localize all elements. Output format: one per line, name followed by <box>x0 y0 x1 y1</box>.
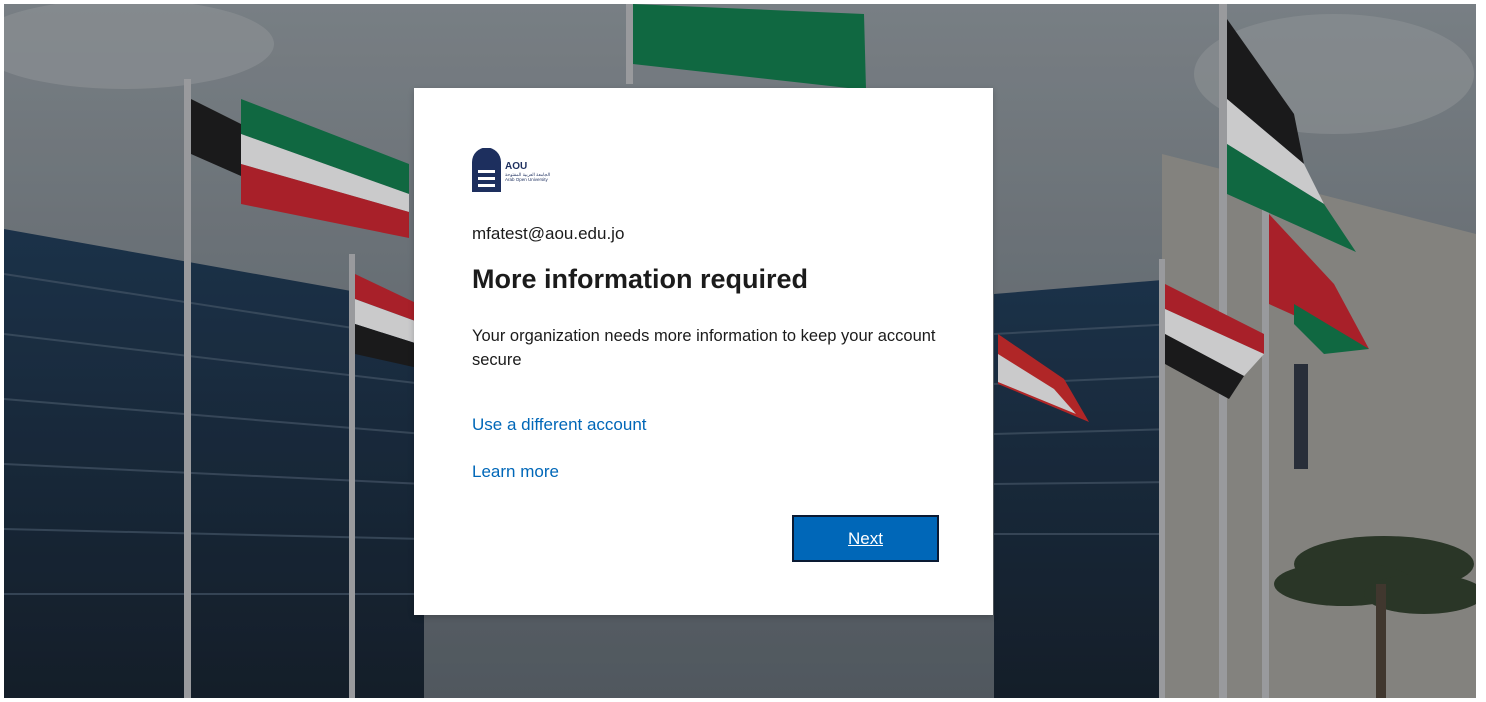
logo-name: AOU <box>505 161 528 172</box>
page-title: More information required <box>472 264 809 294</box>
aou-logo: AOU الجامعة العربية المفتوحة Arab Open U… <box>472 148 592 192</box>
next-button[interactable]: Next <box>792 515 939 562</box>
learn-more-link[interactable]: Learn more <box>472 462 559 482</box>
page-description: Your organization needs more information… <box>472 327 936 369</box>
logo-subtitle-english: Arab Open University <box>505 177 548 182</box>
logo-text: AOU الجامعة العربية المفتوحة Arab Open U… <box>505 161 550 183</box>
aou-logo-mark-icon <box>472 148 501 192</box>
signin-card: AOU الجامعة العربية المفتوحة Arab Open U… <box>414 88 993 615</box>
use-different-account-link[interactable]: Use a different account <box>472 415 647 435</box>
account-identity: mfatest@aou.edu.jo <box>472 224 625 243</box>
